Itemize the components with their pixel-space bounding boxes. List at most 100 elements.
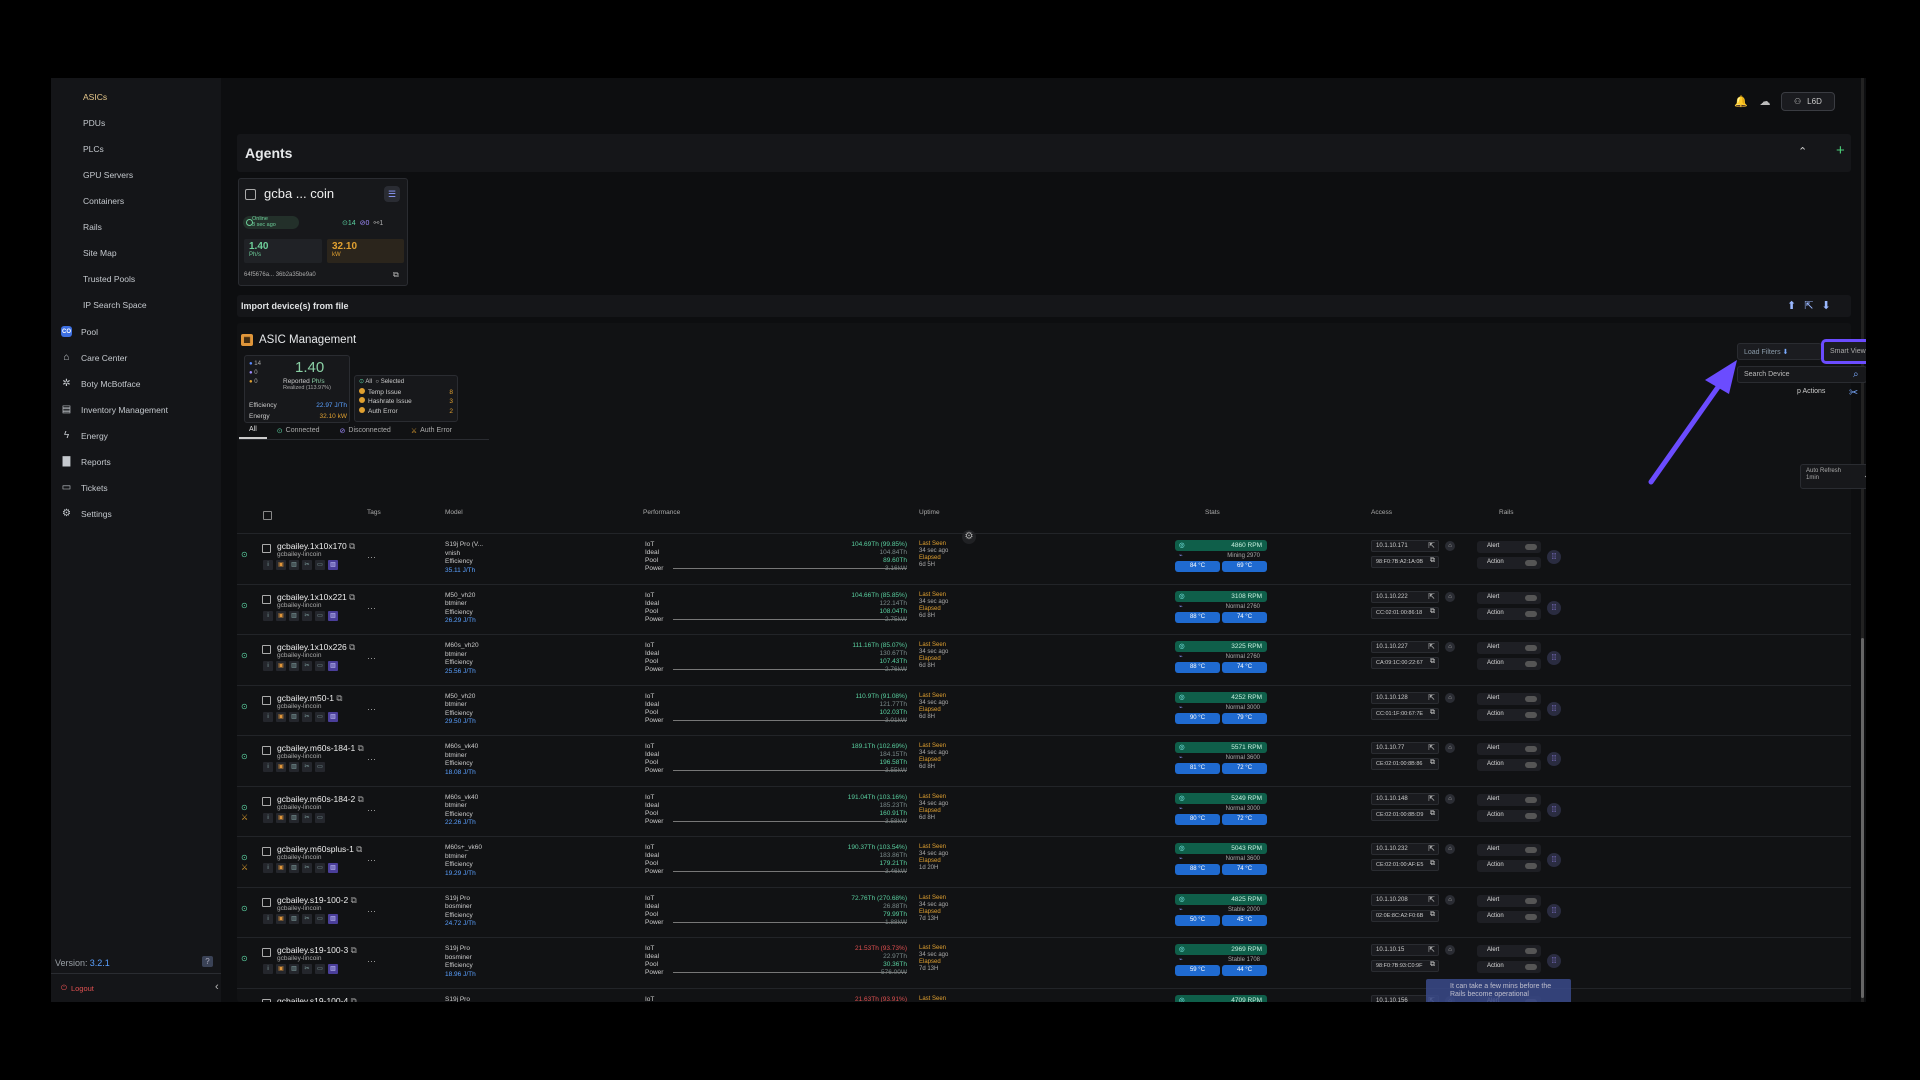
load-filters-button[interactable]: Load Filters ⬇ bbox=[1737, 343, 1822, 360]
row-checkbox[interactable] bbox=[262, 998, 271, 1002]
tags-cell[interactable]: ··· bbox=[367, 552, 376, 562]
mac-field[interactable]: 02:0E:8C:A2:F0:6B ⧉ bbox=[1371, 909, 1439, 922]
sidebar-item-pool[interactable]: CO Pool bbox=[61, 326, 98, 337]
info-icon[interactable]: i bbox=[263, 762, 273, 772]
rail-chip-icon[interactable]: ▥ bbox=[328, 610, 338, 621]
logout-button[interactable]: ⏻ Logout bbox=[61, 983, 94, 993]
external-link-icon[interactable]: ⇱ bbox=[1428, 895, 1435, 904]
copy-icon[interactable]: ⧉ bbox=[1430, 658, 1435, 666]
bell-icon[interactable]: 🔔 bbox=[1733, 94, 1749, 110]
grid-icon[interactable]: ▥ bbox=[289, 661, 299, 671]
tools-icon[interactable]: ✂ bbox=[302, 964, 312, 974]
lock-icon[interactable]: ⌂ bbox=[1445, 793, 1455, 804]
alert-toggle[interactable]: Alert bbox=[1477, 844, 1541, 856]
sidebar-item-pdus[interactable]: PDUs bbox=[83, 118, 105, 128]
ip-field[interactable]: 10.1.10.148 ⇱ bbox=[1371, 792, 1439, 805]
download-icon[interactable]: ⬇ bbox=[1821, 299, 1830, 312]
agent-card[interactable]: gcba ... coin ☰ Online 3 sec ago ⊙14 ⊘0 ⚯… bbox=[238, 178, 408, 286]
row-checkbox[interactable] bbox=[262, 746, 271, 755]
issue-filter[interactable]: Hashrate Issue 3 bbox=[359, 397, 453, 407]
mac-field[interactable]: CC:01:1F:00:67:7E ⧉ bbox=[1371, 707, 1439, 720]
sidebar-item-care-center[interactable]: ⌂ Care Center bbox=[61, 352, 127, 363]
rail-chip-icon[interactable]: ▥ bbox=[328, 711, 338, 722]
tags-cell[interactable]: ··· bbox=[367, 855, 376, 865]
rail-chip-icon[interactable]: ▥ bbox=[328, 964, 338, 974]
lock-icon[interactable]: ⌂ bbox=[1445, 642, 1455, 652]
sidebar-item-plcs[interactable]: PLCs bbox=[83, 144, 104, 154]
search-icon[interactable]: ⌕ bbox=[1853, 369, 1859, 380]
grid-icon[interactable]: ▥ bbox=[289, 913, 299, 924]
copy-icon[interactable]: ⧉ bbox=[349, 642, 355, 652]
action-toggle[interactable]: Action bbox=[1477, 658, 1541, 670]
sidebar-item-ip-search-space[interactable]: IP Search Space bbox=[83, 300, 147, 310]
screen-icon[interactable]: ▭ bbox=[315, 610, 325, 621]
chip-icon[interactable]: ▣ bbox=[276, 812, 286, 823]
tools-icon[interactable]: ✂ bbox=[1849, 386, 1858, 399]
external-link-icon[interactable]: ⇱ bbox=[1428, 642, 1435, 651]
tools-icon[interactable]: ✂ bbox=[302, 913, 312, 924]
sidebar-item-rails[interactable]: Rails bbox=[83, 222, 102, 232]
alert-toggle[interactable]: Alert bbox=[1477, 945, 1541, 957]
tags-cell[interactable]: ··· bbox=[367, 754, 376, 764]
alert-toggle[interactable]: Alert bbox=[1477, 591, 1541, 604]
info-icon[interactable]: i bbox=[263, 661, 273, 671]
sidebar-item-gpu-servers[interactable]: GPU Servers bbox=[83, 170, 133, 180]
cloud-icon[interactable]: ☁ bbox=[1757, 94, 1773, 110]
copy-icon[interactable]: ⧉ bbox=[1430, 961, 1435, 969]
device-name[interactable]: gcbailey.s19-100-4 ⧉ bbox=[277, 996, 357, 1003]
rails-menu-icon[interactable]: ⁞⁞ bbox=[1547, 701, 1561, 716]
chip-icon[interactable]: ▣ bbox=[276, 863, 286, 873]
info-icon[interactable]: i bbox=[263, 560, 273, 570]
rail-chip-icon[interactable]: ▥ bbox=[328, 863, 338, 873]
row-checkbox[interactable] bbox=[262, 847, 271, 856]
copy-icon[interactable]: ⧉ bbox=[351, 996, 357, 1003]
screen-icon[interactable]: ▭ bbox=[315, 711, 325, 722]
mac-field[interactable]: CA:09:1C:00:22:67 ⧉ bbox=[1371, 657, 1439, 669]
copy-icon[interactable]: ⧉ bbox=[349, 541, 355, 551]
auto-refresh-select[interactable]: Auto Refresh1min⌄ bbox=[1800, 464, 1866, 489]
copy-icon[interactable]: ⧉ bbox=[1430, 608, 1435, 616]
ip-field[interactable]: 10.1.10.128 ⇱ bbox=[1371, 691, 1439, 704]
alert-toggle[interactable]: Alert bbox=[1477, 743, 1541, 755]
lock-icon[interactable]: ⌂ bbox=[1445, 945, 1455, 955]
external-link-icon[interactable]: ⇱ bbox=[1428, 693, 1435, 702]
alert-toggle[interactable]: Alert bbox=[1477, 692, 1541, 705]
rails-menu-icon[interactable]: ⁞⁞ bbox=[1547, 954, 1561, 968]
screen-icon[interactable]: ▭ bbox=[315, 964, 325, 974]
alert-toggle[interactable]: Alert bbox=[1477, 642, 1541, 654]
info-icon[interactable]: i bbox=[263, 863, 273, 873]
tags-cell[interactable]: ··· bbox=[367, 603, 376, 613]
tags-cell[interactable]: ··· bbox=[367, 653, 376, 663]
tools-icon[interactable]: ✂ bbox=[302, 711, 312, 722]
grid-icon[interactable]: ▥ bbox=[289, 711, 299, 722]
bulk-actions-label[interactable]: p Actions bbox=[1797, 388, 1825, 395]
ip-field[interactable]: 10.1.10.77 ⇱ bbox=[1371, 742, 1439, 754]
add-agent-icon[interactable]: + bbox=[1836, 142, 1845, 159]
ip-field[interactable]: 10.1.10.222 ⇱ bbox=[1371, 590, 1439, 603]
lock-icon[interactable]: ⌂ bbox=[1445, 591, 1455, 602]
copy-icon[interactable]: ⧉ bbox=[356, 844, 362, 854]
chip-icon[interactable]: ▣ bbox=[276, 560, 286, 570]
lock-icon[interactable]: ⌂ bbox=[1445, 692, 1455, 703]
rails-menu-icon[interactable]: ⁞⁞ bbox=[1547, 651, 1561, 665]
rails-menu-icon[interactable]: ⁞⁞ bbox=[1547, 550, 1561, 564]
lock-icon[interactable]: ⌂ bbox=[1445, 844, 1455, 854]
info-icon[interactable]: i bbox=[263, 964, 273, 974]
table-row[interactable]: ⊙ gcbailey.1x10x221 ⧉ gcbailey-lincoin i ▣ ▥ ✂… bbox=[237, 583, 1851, 632]
grid-icon[interactable]: ▥ bbox=[289, 560, 299, 570]
action-toggle[interactable]: Action bbox=[1477, 759, 1541, 771]
ip-field[interactable]: 10.1.10.227 ⇱ bbox=[1371, 641, 1439, 653]
copy-icon[interactable]: ⧉ bbox=[1430, 860, 1435, 868]
screen-icon[interactable]: ▭ bbox=[315, 913, 325, 924]
ip-field[interactable]: 10.1.10.232 ⇱ bbox=[1371, 843, 1439, 855]
info-icon[interactable]: i bbox=[263, 812, 273, 823]
mac-field[interactable]: CE:02:01:00:AF:E5 ⧉ bbox=[1371, 859, 1439, 871]
upload-icon[interactable]: ⬆ bbox=[1787, 299, 1796, 312]
chevron-up-icon[interactable]: ⌃ bbox=[1798, 145, 1807, 158]
sidebar-item-inventory-management[interactable]: ▤ Inventory Management bbox=[61, 404, 168, 415]
table-row[interactable]: ⊙ gcbailey.m50-1 ⧉ gcbailey-lincoin i ▣ ▥ ✂ ▭ ▥ ·… bbox=[237, 684, 1851, 733]
mac-field[interactable]: 98:F0:7B:93:C0:9F ⧉ bbox=[1371, 960, 1439, 972]
row-checkbox[interactable] bbox=[262, 544, 271, 553]
tab-all[interactable]: All bbox=[239, 422, 267, 439]
external-link-icon[interactable]: ⇱ bbox=[1428, 541, 1435, 550]
